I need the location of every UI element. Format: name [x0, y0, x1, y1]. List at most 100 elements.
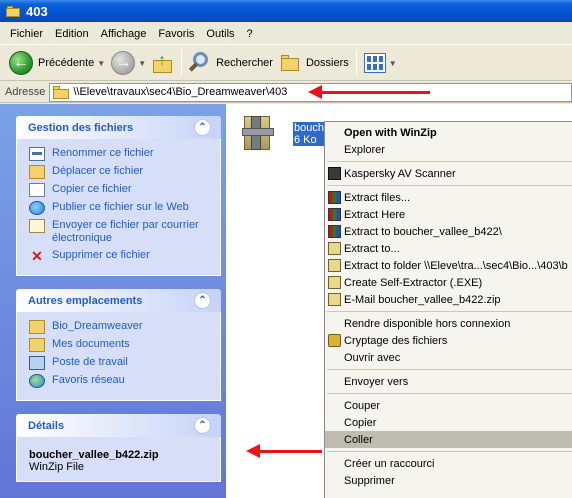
- annotation-arrow-paste: [246, 444, 322, 458]
- details-title: Détails: [28, 419, 65, 432]
- task-publish-web[interactable]: Publier ce fichier sur le Web: [29, 201, 212, 215]
- zip-file-icon[interactable]: [242, 114, 286, 156]
- ctx-extract-to-named[interactable]: Extract to boucher_vallee_b422\: [325, 223, 572, 240]
- file-tasks-body: Renommer ce fichier Déplacer ce fichier …: [16, 139, 221, 276]
- place-my-computer[interactable]: Poste de travail: [29, 356, 212, 370]
- ctx-open-with[interactable]: Ouvrir avec: [325, 349, 572, 366]
- ctx-kaspersky-scan[interactable]: Kaspersky AV Scanner: [325, 165, 572, 182]
- other-places-header[interactable]: Autres emplacements ⌃: [16, 289, 221, 312]
- rename-icon: [29, 147, 45, 161]
- place-my-documents[interactable]: Mes documents: [29, 338, 212, 352]
- collapse-chevron-icon[interactable]: ⌃: [194, 292, 211, 309]
- forward-button[interactable]: → ▼: [108, 48, 149, 78]
- folder-up-icon: ↑: [152, 52, 174, 74]
- file-tasks-header[interactable]: Gestion des fichiers ⌃: [16, 116, 221, 139]
- email-icon: [29, 219, 45, 233]
- winrar-icon: [328, 191, 341, 204]
- ctx-offline[interactable]: Rendre disponible hors connexion: [325, 315, 572, 332]
- other-places-body: Bio_Dreamweaver Mes documents Poste de t…: [16, 312, 221, 401]
- title-bar[interactable]: 403: [0, 0, 572, 22]
- views-dropdown-icon[interactable]: ▼: [389, 59, 397, 68]
- forward-dropdown-icon[interactable]: ▼: [138, 59, 146, 68]
- copy-icon: [29, 183, 45, 197]
- details-header[interactable]: Détails ⌃: [16, 414, 221, 437]
- menu-affichage[interactable]: Affichage: [95, 28, 153, 40]
- lock-icon: [328, 334, 341, 347]
- folder-icon: [29, 320, 45, 334]
- menu-separator: [327, 451, 572, 452]
- task-email[interactable]: Envoyer ce fichier par courrier électron…: [29, 219, 212, 245]
- views-icon: [363, 53, 386, 73]
- task-delete[interactable]: ✕ Supprimer ce fichier: [29, 249, 212, 263]
- ctx-explorer[interactable]: Explorer: [325, 141, 572, 158]
- winzip-icon: [328, 242, 341, 255]
- address-value: \\Eleve\travaux\sec4\Bio_Dreamweaver\403: [73, 86, 288, 98]
- ctx-email-zip[interactable]: E-Mail boucher_vallee_b422.zip: [325, 291, 572, 308]
- kaspersky-icon: [328, 167, 341, 180]
- menu-help[interactable]: ?: [241, 28, 259, 40]
- ctx-open-with-winzip[interactable]: Open with WinZip: [325, 124, 572, 141]
- toolbar-separator: [355, 50, 357, 76]
- annotation-arrow-address: [308, 85, 430, 99]
- network-icon: [29, 374, 45, 388]
- window-title: 403: [26, 3, 48, 19]
- task-rename[interactable]: Renommer ce fichier: [29, 147, 212, 161]
- winrar-icon: [328, 225, 341, 238]
- ctx-create-shortcut[interactable]: Créer un raccourci: [325, 455, 572, 472]
- ctx-extract-to-folder[interactable]: Extract to folder \\Eleve\tra...\sec4\Bi…: [325, 257, 572, 274]
- menu-separator: [327, 185, 572, 186]
- web-publish-icon: [29, 201, 45, 215]
- toolbar: ← Précédente ▼ → ▼ ↑ Rechercher Dossiers…: [0, 46, 572, 81]
- details-file-type: WinZip File: [29, 461, 85, 473]
- my-documents-icon: [29, 338, 45, 352]
- menu-separator: [327, 369, 572, 370]
- collapse-chevron-icon[interactable]: ⌃: [194, 417, 211, 434]
- other-places-title: Autres emplacements: [28, 294, 143, 307]
- ctx-extract-here[interactable]: Extract Here: [325, 206, 572, 223]
- folder-icon: [6, 5, 20, 17]
- collapse-chevron-icon[interactable]: ⌃: [194, 119, 211, 136]
- toolbar-separator: [181, 50, 183, 76]
- computer-icon: [29, 356, 45, 370]
- back-dropdown-icon[interactable]: ▼: [97, 59, 105, 68]
- ctx-delete[interactable]: Supprimer: [325, 472, 572, 489]
- back-button[interactable]: ← Précédente ▼: [6, 48, 108, 78]
- up-button[interactable]: ↑: [149, 48, 177, 78]
- details-file-name: boucher_vallee_b422.zip: [29, 449, 159, 461]
- task-pane: Gestion des fichiers ⌃ Renommer ce fichi…: [0, 104, 226, 498]
- views-button[interactable]: ▼: [361, 48, 400, 78]
- ctx-create-self-extractor[interactable]: Create Self-Extractor (.EXE): [325, 274, 572, 291]
- menu-favoris[interactable]: Favoris: [152, 28, 200, 40]
- menu-edition[interactable]: Edition: [49, 28, 95, 40]
- folders-button[interactable]: Dossiers: [276, 48, 352, 78]
- move-icon: [29, 165, 45, 179]
- address-label: Adresse: [5, 86, 46, 98]
- task-copy[interactable]: Copier ce fichier: [29, 183, 212, 197]
- details-body: boucher_vallee_b422.zip WinZip File: [16, 437, 221, 482]
- other-places-panel: Autres emplacements ⌃ Bio_Dreamweaver Me…: [16, 289, 221, 401]
- file-tasks-panel: Gestion des fichiers ⌃ Renommer ce fichi…: [16, 116, 221, 276]
- menu-fichier[interactable]: Fichier: [4, 28, 49, 40]
- ctx-extract-to[interactable]: Extract to...: [325, 240, 572, 257]
- context-menu: Open with WinZip Explorer Kaspersky AV S…: [324, 121, 572, 498]
- back-label: Précédente: [38, 57, 95, 69]
- ctx-extract-files[interactable]: Extract files...: [325, 189, 572, 206]
- menu-outils[interactable]: Outils: [200, 28, 240, 40]
- ctx-send-to[interactable]: Envoyer vers: [325, 373, 572, 390]
- search-icon: [189, 52, 211, 74]
- place-network[interactable]: Favoris réseau: [29, 374, 212, 388]
- back-arrow-icon: ←: [9, 51, 33, 75]
- ctx-cut[interactable]: Couper: [325, 397, 572, 414]
- ctx-encrypt[interactable]: Cryptage des fichiers: [325, 332, 572, 349]
- menu-separator: [327, 311, 572, 312]
- winzip-icon: [328, 293, 341, 306]
- search-button[interactable]: Rechercher: [186, 48, 276, 78]
- file-tasks-title: Gestion des fichiers: [28, 121, 134, 134]
- task-move[interactable]: Déplacer ce fichier: [29, 165, 212, 179]
- address-bar: Adresse \\Eleve\travaux\sec4\Bio_Dreamwe…: [0, 82, 572, 103]
- ctx-paste[interactable]: Coller: [325, 431, 572, 448]
- winzip-icon: [328, 276, 341, 289]
- search-label: Rechercher: [216, 57, 273, 69]
- place-bio-dreamweaver[interactable]: Bio_Dreamweaver: [29, 320, 212, 334]
- ctx-copy[interactable]: Copier: [325, 414, 572, 431]
